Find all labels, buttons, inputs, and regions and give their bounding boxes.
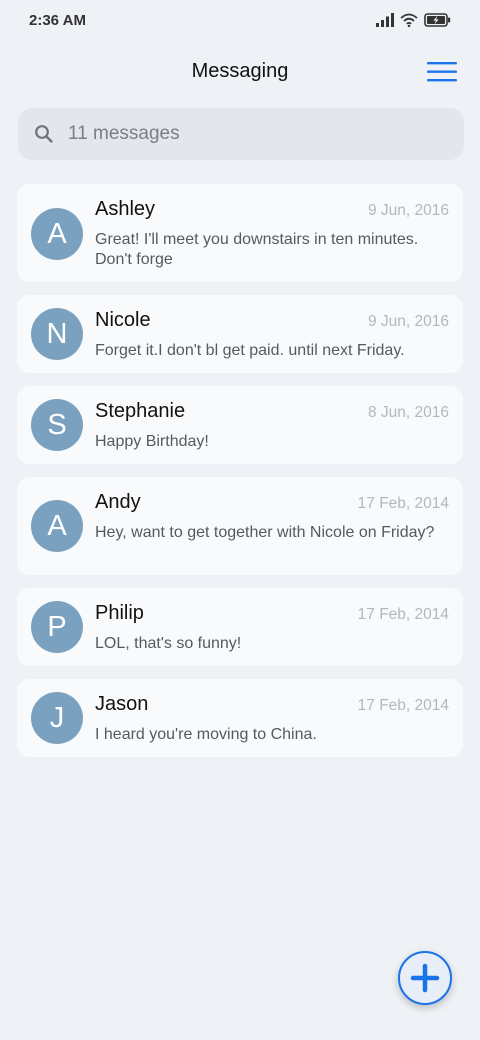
contact-name: Philip bbox=[95, 602, 144, 624]
message-item-andy[interactable]: A Andy 17 Feb, 2014 Hey, want to get tog… bbox=[17, 477, 463, 575]
avatar: A bbox=[31, 500, 83, 552]
message-item-stephanie[interactable]: S Stephanie 8 Jun, 2016 Happy Birthday! bbox=[17, 386, 463, 464]
status-icons bbox=[376, 13, 452, 27]
message-date: 8 Jun, 2016 bbox=[367, 404, 449, 421]
contact-name: Jason bbox=[95, 693, 149, 715]
message-item-jason[interactable]: J Jason 17 Feb, 2014 I heard you're movi… bbox=[17, 679, 463, 757]
menu-button[interactable] bbox=[424, 58, 460, 86]
message-date: 17 Feb, 2014 bbox=[357, 495, 449, 512]
new-message-button[interactable] bbox=[398, 951, 452, 1005]
message-preview: Great! I'll meet you downstairs in ten m… bbox=[95, 231, 419, 268]
contact-name: Ashley bbox=[95, 198, 156, 220]
message-date: 17 Feb, 2014 bbox=[357, 606, 449, 623]
status-bar: 2:36 AM bbox=[0, 0, 480, 44]
message-item-nicole[interactable]: N Nicole 9 Jun, 2016 Forget it.I don't b… bbox=[17, 295, 463, 373]
message-item-ashley[interactable]: A Ashley 9 Jun, 2016 Great! I'll meet yo… bbox=[17, 184, 463, 282]
search-bar[interactable] bbox=[18, 108, 464, 160]
page-title: Messaging bbox=[191, 60, 289, 82]
wifi-icon bbox=[400, 13, 418, 27]
message-preview: Forget it.I don't bl get paid. until nex… bbox=[95, 342, 405, 359]
avatar: N bbox=[31, 308, 83, 360]
battery-charging-icon bbox=[424, 13, 452, 27]
message-preview: Hey, want to get together with Nicole on… bbox=[95, 524, 435, 541]
avatar: J bbox=[31, 692, 83, 744]
message-date: 9 Jun, 2016 bbox=[367, 202, 449, 219]
message-item-philip[interactable]: P Philip 17 Feb, 2014 LOL, that's so fun… bbox=[17, 588, 463, 666]
contact-name: Andy bbox=[95, 491, 141, 513]
search-input[interactable] bbox=[68, 108, 448, 160]
search-icon bbox=[34, 124, 54, 149]
status-time: 2:36 AM bbox=[29, 12, 86, 29]
messaging-screen: 2:36 AM Messaging 11 messages A Ashley 9… bbox=[0, 0, 480, 1040]
message-preview: I heard you're moving to China. bbox=[95, 726, 317, 743]
avatar: P bbox=[31, 601, 83, 653]
avatar: A bbox=[31, 208, 83, 260]
contact-name: Nicole bbox=[95, 309, 151, 331]
avatar: S bbox=[31, 399, 83, 451]
signal-icon bbox=[376, 13, 394, 27]
contact-name: Stephanie bbox=[95, 400, 186, 422]
message-list: A Ashley 9 Jun, 2016 Great! I'll meet yo… bbox=[17, 184, 463, 770]
message-date: 17 Feb, 2014 bbox=[357, 697, 449, 714]
message-preview: Happy Birthday! bbox=[95, 433, 209, 450]
message-preview: LOL, that's so funny! bbox=[95, 635, 242, 652]
message-date: 9 Jun, 2016 bbox=[367, 313, 449, 330]
